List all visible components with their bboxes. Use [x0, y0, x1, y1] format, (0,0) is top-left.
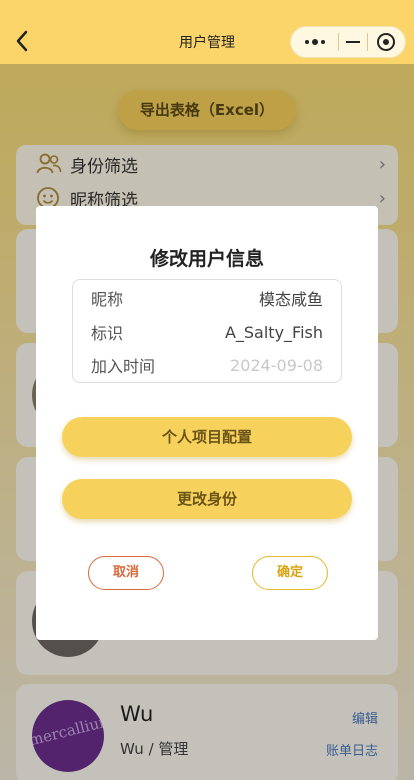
info-key: 昵称: [91, 290, 124, 309]
modal-title: 修改用户信息: [149, 248, 264, 270]
info-key: 标识: [91, 324, 124, 343]
info-value: 模态咸鱼: [258, 290, 323, 309]
close-target-icon[interactable]: [368, 26, 405, 58]
change-role-button[interactable]: 更改身份: [62, 479, 352, 519]
miniprogram-capsule: [290, 26, 406, 58]
navbar: 用户管理: [0, 0, 414, 64]
info-row-nickname: 昵称 模态咸鱼: [91, 286, 323, 310]
info-row-identifier: 标识 A_Salty_Fish: [91, 320, 323, 344]
confirm-button[interactable]: 确定: [252, 556, 328, 590]
info-key: 加入时间: [91, 357, 156, 376]
more-dots-icon[interactable]: [291, 26, 338, 58]
info-value: A_Salty_Fish: [224, 322, 323, 342]
info-value: 2024-09-08: [230, 355, 323, 375]
edit-user-modal: 修改用户信息 昵称 模态咸鱼 标识 A_Salty_Fish 加入时间 2024…: [36, 206, 378, 640]
user-info-box: 昵称 模态咸鱼 标识 A_Salty_Fish 加入时间 2024-09-08: [72, 279, 342, 383]
minimize-icon[interactable]: [339, 26, 367, 58]
cancel-button[interactable]: 取消: [88, 556, 164, 590]
project-config-button[interactable]: 个人项目配置: [62, 417, 352, 457]
info-row-join-date: 加入时间 2024-09-08: [91, 353, 323, 377]
